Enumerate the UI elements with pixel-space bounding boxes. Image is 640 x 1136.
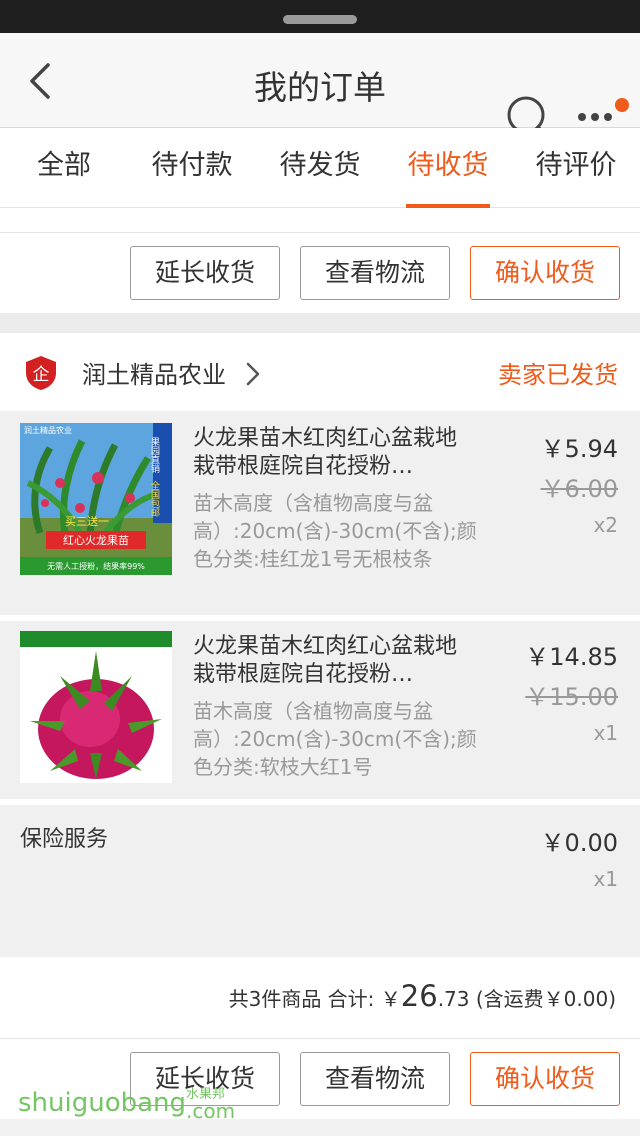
total-prefix: 共3件商品 合计: ￥	[228, 987, 401, 1011]
order-actions-top: 延长收货 查看物流 确认收货	[0, 233, 640, 313]
tab-pending-shipment[interactable]: 待发货	[256, 128, 384, 208]
shop-header[interactable]: 企 润土精品农业 卖家已发货	[0, 333, 640, 411]
watermark-domain: .com	[186, 1099, 236, 1123]
active-tab-indicator	[406, 204, 490, 208]
chevron-right-icon	[246, 362, 260, 386]
notification-dot	[615, 98, 629, 112]
insurance-service: 保险服务 ￥0.00 x1	[0, 805, 640, 957]
product-title[interactable]: 火龙果苗木红肉红心盆栽地栽带根庭院自花授粉…	[193, 425, 468, 481]
product-quantity: x2	[593, 513, 618, 537]
product-sku: 苗木高度（含植物高度与盆高）:20cm(含)-30cm(不含);颜色分类:软枝大…	[193, 699, 477, 779]
status-bar	[0, 0, 640, 33]
order-item[interactable]: 火龙果苗木红肉红心盆栽地栽带根庭院自花授粉… 苗木高度（含植物高度与盆高）:20…	[0, 621, 640, 799]
shop-name[interactable]: 润土精品农业	[82, 355, 226, 390]
thumb-side-text-2: 全国包邮	[149, 480, 160, 518]
product-original-price: ￥6.00	[540, 475, 618, 503]
insurance-price: ￥0.00	[540, 829, 618, 857]
tab-pending-receipt[interactable]: 待收货	[384, 128, 512, 208]
insurance-quantity: x1	[593, 867, 618, 891]
insurance-label: 保险服务	[20, 827, 109, 852]
extend-receipt-button[interactable]: 延长收货	[130, 246, 280, 300]
order-total: 共3件商品 合计: ￥26.73 (含运费￥0.00)	[0, 957, 640, 1039]
order-item[interactable]: 润土精品农业 果园直销 全国包邮 买三送一 红心火龙果苗 无需人工授粉，结果率9…	[0, 411, 640, 615]
total-amount-int: 26	[400, 979, 438, 1013]
tab-pending-payment[interactable]: 待付款	[128, 128, 256, 208]
product-sku: 苗木高度（含植物高度与盆高）:20cm(含)-30cm(不含);颜色分类:桂红龙…	[193, 491, 477, 571]
product-title[interactable]: 火龙果苗木红肉红心盆栽地栽带根庭院自花授粉…	[193, 633, 468, 689]
thumb-promo-text: 买三送一	[65, 514, 109, 528]
enterprise-badge-icon: 企	[26, 356, 56, 390]
order-status-tabs: 全部 待付款 待发货 待收货 待评价	[0, 128, 640, 208]
total-suffix: (含运费￥0.00)	[469, 987, 616, 1011]
watermark: shuiguobang 水果邦 .com	[18, 1088, 235, 1121]
tab-label: 待收货	[407, 150, 489, 181]
view-logistics-button[interactable]: 查看物流	[300, 1052, 450, 1106]
thumb-shop-text: 润土精品农业	[24, 425, 72, 435]
product-original-price: ￥15.00	[525, 683, 618, 711]
status-bar-handle	[283, 15, 357, 24]
thumb-side-text-1: 果园直销	[149, 437, 160, 474]
section-gap	[0, 313, 640, 333]
view-logistics-button[interactable]: 查看物流	[300, 246, 450, 300]
order-total-text: 共3件商品 合计: ￥26.73 (含运费￥0.00)	[229, 979, 616, 1013]
thumb-banner-text: 红心火龙果苗	[63, 534, 129, 547]
product-price: ￥14.85	[525, 643, 618, 671]
badge-char: 企	[33, 365, 50, 385]
order-status: 卖家已发货	[498, 361, 618, 389]
watermark-main: shuiguobang	[18, 1088, 187, 1118]
product-thumbnail: 润土精品农业 果园直销 全国包邮 买三送一 红心火龙果苗 无需人工授粉，结果率9…	[20, 423, 172, 575]
product-price: ￥5.94	[540, 435, 618, 463]
confirm-receipt-button[interactable]: 确认收货	[470, 246, 620, 300]
total-amount-dec: .73	[437, 987, 470, 1011]
product-thumbnail	[20, 631, 172, 783]
thumb-bottom-text: 无需人工授粉，结果率99%	[47, 561, 145, 571]
tab-all[interactable]: 全部	[0, 128, 128, 208]
nav-bar: 我的订单	[0, 33, 640, 138]
previous-order-tail	[0, 208, 640, 233]
tab-pending-review[interactable]: 待评价	[512, 128, 640, 208]
product-quantity: x1	[593, 721, 618, 745]
confirm-receipt-button[interactable]: 确认收货	[470, 1052, 620, 1106]
